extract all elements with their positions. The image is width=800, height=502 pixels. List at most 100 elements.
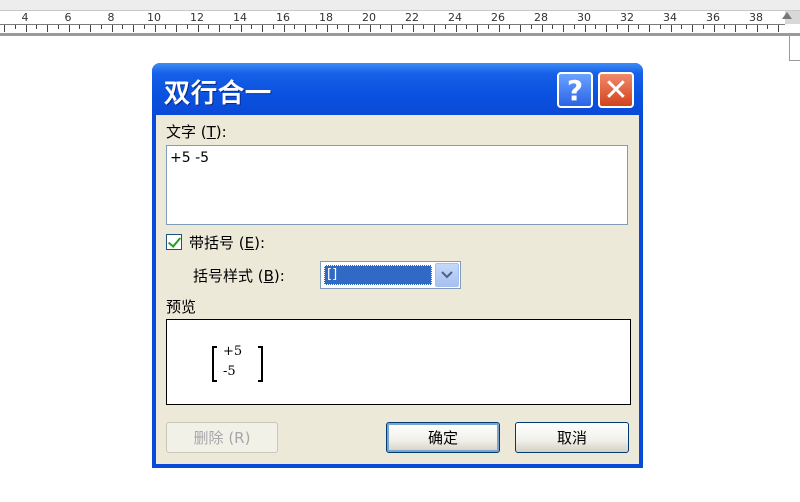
right-indent-marker[interactable] — [782, 12, 792, 19]
text-label: 文字 (T): — [166, 121, 227, 142]
ruler-tick — [681, 25, 682, 29]
ruler-tick — [230, 25, 231, 29]
ruler-tick — [122, 25, 123, 29]
ruler-tick — [757, 25, 758, 32]
dialog-title-bar[interactable]: 双行合一 ? ✕ — [152, 63, 643, 115]
ruler-tick — [692, 25, 693, 32]
text-input[interactable]: +5 -5 — [166, 145, 628, 225]
ruler-tick — [434, 25, 435, 32]
preview-line-top: +5 — [223, 344, 243, 359]
bracket-style-select[interactable]: [] — [320, 261, 461, 289]
ruler-tick — [606, 25, 607, 32]
ruler-tick — [241, 25, 242, 32]
ruler-label: 14 — [233, 11, 247, 24]
ruler-tick — [628, 25, 629, 32]
page-corner-mark — [789, 36, 790, 60]
ruler-tick — [724, 25, 725, 29]
ruler-label: 38 — [749, 11, 763, 24]
dialog-client-area: 文字 (T): +5 -5 带括号 (E): 括号样式 (B): [] 预览 +… — [156, 115, 639, 464]
ruler-label: 22 — [405, 11, 419, 24]
help-icon[interactable]: ? — [557, 72, 593, 108]
ruler-tick — [337, 25, 338, 29]
ruler-tick — [79, 25, 80, 29]
ruler-tick — [671, 25, 672, 32]
ruler-tick — [767, 25, 768, 29]
ruler-tick — [574, 25, 575, 29]
bracket-style-selected-value[interactable]: [] — [324, 265, 432, 285]
close-icon[interactable]: ✕ — [598, 72, 634, 108]
bracket-checkbox[interactable] — [166, 234, 182, 250]
ruler-label: 6 — [64, 11, 72, 24]
ruler-tick — [284, 25, 285, 32]
bracket-label-suffix: ): — [254, 234, 266, 252]
dialog-title: 双行合一 — [164, 79, 273, 109]
ruler-band — [0, 0, 800, 11]
ruler-tick — [15, 25, 16, 29]
ruler-tick — [778, 25, 779, 32]
ruler-tick — [47, 25, 48, 32]
ruler-tick — [294, 25, 295, 29]
bracket-style-label-suffix: ): — [273, 267, 285, 285]
ruler-tick — [187, 25, 188, 29]
ruler-tick — [316, 25, 317, 29]
ruler-tick — [327, 25, 328, 32]
ruler-label: 34 — [663, 11, 677, 24]
cancel-button[interactable]: 取消 — [515, 422, 629, 453]
preview-box: +5 -5 — [166, 319, 631, 405]
delete-button[interactable]: 删除 (R) — [166, 422, 278, 453]
ruler-label: 36 — [706, 11, 720, 24]
ok-button[interactable]: 确定 — [386, 422, 500, 453]
right-bracket-glyph — [258, 346, 263, 382]
ruler-tick — [198, 25, 199, 32]
checkmark-icon — [167, 234, 182, 248]
ruler-label: 26 — [491, 11, 505, 24]
chevron-down-icon[interactable] — [435, 263, 459, 287]
ruler-label: 18 — [319, 11, 333, 24]
ruler-tick — [305, 25, 306, 32]
ruler-tick — [26, 25, 27, 32]
bracket-checkbox-label[interactable]: 带括号 (E): — [189, 232, 265, 253]
bracket-style-label-prefix: 括号样式 ( — [193, 267, 264, 285]
ruler-bottom-border — [0, 33, 800, 36]
bracket-style-label-accesskey: B — [263, 267, 274, 285]
ruler-tick — [413, 25, 414, 32]
preview-line-bottom: -5 — [223, 364, 236, 379]
ruler-label: 12 — [190, 11, 204, 24]
bracket-style-label: 括号样式 (B): — [193, 265, 285, 286]
ruler-label: 10 — [147, 11, 161, 24]
ruler-tick — [542, 25, 543, 32]
ruler-tick — [176, 25, 177, 32]
ruler-tick — [359, 25, 360, 29]
ruler-tick — [69, 25, 70, 32]
ruler-label: 16 — [276, 11, 290, 24]
ruler-tick — [273, 25, 274, 29]
ruler-tick — [703, 25, 704, 29]
ruler-tick — [144, 25, 145, 29]
ruler-tick — [133, 25, 134, 32]
ruler-tick — [746, 25, 747, 29]
text-label-accesskey: T — [206, 123, 216, 141]
ruler-label: 32 — [620, 11, 634, 24]
bracket-label-accesskey: E — [244, 234, 255, 252]
ruler-tick — [456, 25, 457, 32]
left-bracket-glyph — [212, 346, 217, 382]
ruler-tick — [585, 25, 586, 32]
ruler-tick — [595, 25, 596, 29]
text-label-suffix: ): — [215, 123, 227, 141]
ruler-tick — [112, 25, 113, 32]
horizontal-ruler[interactable]: 4 6 8 10 12 14 16 18 20 22 24 26 28 30 32 34 36 38 — [0, 0, 800, 36]
ruler-tick — [101, 25, 102, 29]
ruler-tick — [219, 25, 220, 32]
ruler-tick — [391, 25, 392, 32]
ruler-tick — [563, 25, 564, 32]
chevron-down-glyph — [441, 271, 453, 279]
bracket-label-prefix: 带括号 ( — [189, 234, 245, 252]
ruler-label: 4 — [21, 11, 29, 24]
ruler-tick — [617, 25, 618, 29]
ruler-tick — [4, 25, 5, 32]
ruler-tick — [499, 25, 500, 32]
page-corner-mark-horizontal — [789, 60, 800, 61]
ruler-tick — [380, 25, 381, 29]
ruler-tick — [58, 25, 59, 29]
ruler-tick — [251, 25, 252, 29]
